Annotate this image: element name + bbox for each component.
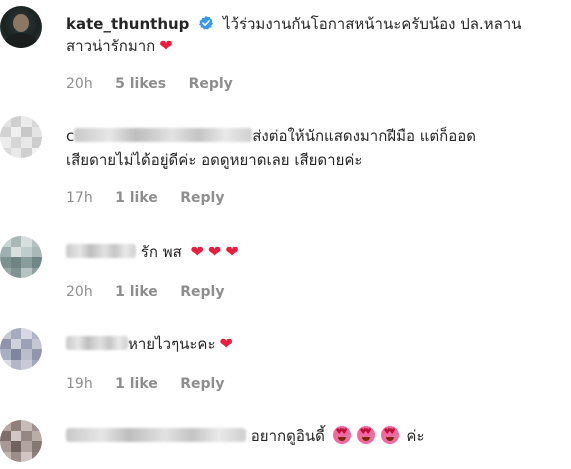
red-heart-icon: ❤: [207, 242, 222, 261]
heart-eyes-emoji-icon: [332, 426, 351, 444]
redacted-username: [66, 428, 246, 442]
comment-text: สาวน่ารักมาก ❤: [66, 34, 173, 58]
comment-text-line: รัก พส: [140, 243, 182, 261]
avatar[interactable]: [0, 236, 42, 278]
comment-text-line: ส่งต่อให้นักแสดงมากฝีมือ แต่ก็ออด: [252, 127, 477, 145]
redacted-username: [66, 336, 128, 350]
likes-count[interactable]: 1 like: [115, 284, 158, 300]
red-heart-icon: ❤: [219, 334, 233, 353]
comment-meta: 17h 1 like Reply: [66, 190, 242, 206]
redacted-username: [74, 128, 253, 142]
likes-count[interactable]: 5 likes: [115, 76, 166, 92]
comment-meta: 20h 5 likes Reply: [66, 76, 251, 92]
comment-text-line: หายไวๆนะคะ: [128, 335, 216, 353]
red-heart-icon: ❤: [159, 36, 173, 55]
username[interactable]: kate_thunthup: [66, 15, 189, 33]
reply-button[interactable]: Reply: [189, 76, 233, 92]
comment-text: อยากดูอินดี้ ค่ะ: [66, 424, 425, 448]
comment-meta: 19h 1 like Reply: [66, 376, 242, 392]
red-heart-icon: ❤: [190, 242, 204, 261]
red-heart-icon: ❤: [225, 242, 239, 261]
username[interactable]: c: [66, 127, 74, 145]
timestamp[interactable]: 17h: [66, 190, 93, 206]
comment-text: kate_thunthup ไว้ร่วมงานกันโอกาสหน้านะคร…: [66, 12, 521, 36]
avatar[interactable]: [0, 116, 42, 158]
likes-count[interactable]: 1 like: [115, 376, 158, 392]
avatar[interactable]: [0, 6, 42, 48]
timestamp[interactable]: 19h: [66, 376, 93, 392]
comment-text-line: อยากดูอินดี้: [250, 427, 325, 445]
avatar[interactable]: [0, 328, 42, 370]
comment-text-line: เสียดายไม่ได้อยู่ดีค่ะ อดดูหยาดเลย เสียด…: [66, 151, 363, 169]
reply-button[interactable]: Reply: [180, 190, 224, 206]
comment-text: c ส่งต่อให้นักแสดงมากฝีมือ แต่ก็ออด: [66, 124, 476, 148]
comment-text: หายไวๆนะคะ ❤: [66, 332, 233, 356]
comment-text: รัก พส ❤ ❤ ❤: [66, 240, 239, 264]
heart-eyes-emoji-icon: [356, 426, 375, 444]
comment-text-line: ค่ะ: [406, 427, 425, 445]
heart-eyes-emoji-icon: [380, 426, 399, 444]
timestamp[interactable]: 20h: [66, 76, 93, 92]
reply-button[interactable]: Reply: [180, 376, 224, 392]
redacted-username: [66, 244, 136, 258]
likes-count[interactable]: 1 like: [115, 190, 158, 206]
timestamp[interactable]: 20h: [66, 284, 93, 300]
comment-text-line: สาวน่ารักมาก: [66, 37, 156, 55]
comment-meta: 20h 1 like Reply: [66, 284, 242, 300]
avatar[interactable]: [0, 420, 42, 462]
comment-text-line: ไว้ร่วมงานกันโอกาสหน้านะครับน้อง ปล.หลาน: [222, 15, 522, 33]
reply-button[interactable]: Reply: [180, 284, 224, 300]
verified-badge-icon: [199, 15, 214, 30]
comment-text: เสียดายไม่ได้อยู่ดีค่ะ อดดูหยาดเลย เสียด…: [66, 148, 362, 172]
